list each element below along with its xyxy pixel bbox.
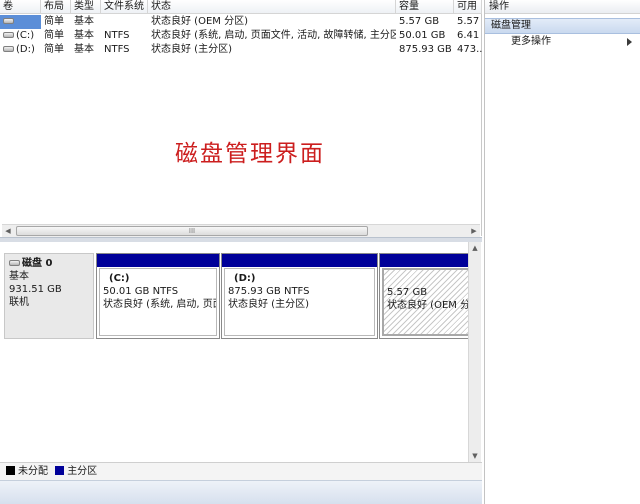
primary-swatch [55,466,65,475]
table-row[interactable]: 简单 基本 状态良好 (OEM 分区) 5.57 GB 5.57 [0,15,482,29]
layout-cell: 简单 [44,30,64,41]
fs-cell: NTFS [104,30,130,41]
status-bar [0,480,482,504]
disk-info-panel[interactable]: 磁盘 0 基本 931.51 GB 联机 [4,253,94,339]
column-header-volume[interactable]: 卷 [0,0,41,14]
annotation-caption: 磁盘管理界面 [175,141,325,167]
partition-content: (C:) 50.01 GB NTFS 状态良好 (系统, 启动, 页面 [99,268,217,336]
scroll-right-arrow-icon[interactable]: ▶ [468,225,480,237]
more-actions-item[interactable]: 更多操作 [485,34,640,50]
partition-content: 5.57 GB 状态良好 (OEM 分区 [382,268,474,336]
column-header-status[interactable]: 状态 [148,0,396,14]
partition-label: (D:) [234,273,256,284]
volume-cell: (C:) [0,29,41,43]
free-cell: 6.41 [457,30,480,41]
column-header-type[interactable]: 类型 [71,0,101,14]
column-header-capacity[interactable]: 容量 [396,0,454,14]
column-header-free[interactable]: 可用 [454,0,482,14]
status-cell: 状态良好 (系统, 启动, 页面文件, 活动, 故障转储, 主分区) [151,30,396,41]
type-cell: 基本 [74,16,94,27]
partition-status: 状态良好 (系统, 启动, 页面 [103,299,217,310]
disk-icon [3,32,14,38]
legend-primary: 主分区 [67,466,98,477]
disk-graphical-view: 磁盘 0 基本 931.51 GB 联机 (C:) 50.01 GB NTFS … [0,242,482,462]
scrollbar-thumb[interactable]: III [16,226,368,236]
partition-label: (C:) [109,273,130,284]
action-pane-title: 操作 [485,0,640,14]
layout-cell: 简单 [44,16,64,27]
type-cell: 基本 [74,44,94,55]
vertical-scrollbar[interactable]: ▲ ▼ [468,242,481,462]
table-row[interactable]: (D:) 简单 基本 NTFS 状态良好 (主分区) 875.93 GB 473… [0,43,482,57]
disk-name: 磁盘 0 [22,258,53,269]
free-cell: 5.57 [457,16,480,27]
disk-icon [3,46,14,52]
disk-size: 931.51 GB [9,284,62,295]
table-row[interactable]: (C:) 简单 基本 NTFS 状态良好 (系统, 启动, 页面文件, 活动, … [0,29,482,43]
partition-primary-bar [222,254,377,267]
legend: 未分配 主分区 [0,462,482,480]
capacity-cell: 50.01 GB [399,30,446,41]
fs-cell: NTFS [104,44,130,55]
partition-primary-bar [380,254,476,267]
main-pane: 卷 布局 类型 文件系统 状态 容量 可用 简单 基本 状态良好 (OEM 分区… [0,0,482,504]
volume-list: 卷 布局 类型 文件系统 状态 容量 可用 简单 基本 状态良好 (OEM 分区… [0,0,482,237]
free-cell: 473.. [457,44,482,55]
fs-cell [101,15,148,29]
capacity-cell: 875.93 GB [399,44,452,55]
column-header-filesystem[interactable]: 文件系统 [101,0,148,14]
scroll-down-arrow-icon[interactable]: ▼ [469,450,481,462]
horizontal-scrollbar[interactable]: ◀ III ▶ [2,224,480,237]
unallocated-swatch [6,466,15,475]
more-actions-label: 更多操作 [511,36,551,47]
partition-oem[interactable]: 5.57 GB 状态良好 (OEM 分区 [379,253,477,339]
disk-state: 联机 [9,297,29,308]
scroll-up-arrow-icon[interactable]: ▲ [469,242,481,254]
action-section-disk-management[interactable]: 磁盘管理 [485,18,640,34]
disk-type: 基本 [9,271,29,282]
status-cell: 状态良好 (主分区) [151,44,232,55]
disk-icon [9,260,20,266]
partition-label [387,273,469,286]
partition-size: 875.93 GB NTFS [228,286,310,297]
partition-size: 5.57 GB [387,287,428,298]
partition-status: 状态良好 (OEM 分区 [387,300,474,311]
volume-cell [0,15,41,29]
partition-content: (D:) 875.93 GB NTFS 状态良好 (主分区) [224,268,375,336]
partition-c[interactable]: (C:) 50.01 GB NTFS 状态良好 (系统, 启动, 页面 [96,253,220,339]
disk-icon [3,18,14,24]
legend-unallocated: 未分配 [18,466,48,477]
partition-primary-bar [97,254,219,267]
layout-cell: 简单 [44,44,64,55]
action-pane: 操作 磁盘管理 更多操作 [484,0,640,504]
partition-d[interactable]: (D:) 875.93 GB NTFS 状态良好 (主分区) [221,253,378,339]
partition-size: 50.01 GB NTFS [103,286,179,297]
volume-cell: (D:) [0,43,41,57]
capacity-cell: 5.57 GB [399,16,440,27]
type-cell: 基本 [74,30,94,41]
partition-status: 状态良好 (主分区) [228,299,309,310]
submenu-arrow-icon [627,38,632,46]
status-cell: 状态良好 (OEM 分区) [151,16,248,27]
scroll-left-arrow-icon[interactable]: ◀ [2,225,14,237]
column-header-layout[interactable]: 布局 [41,0,71,14]
